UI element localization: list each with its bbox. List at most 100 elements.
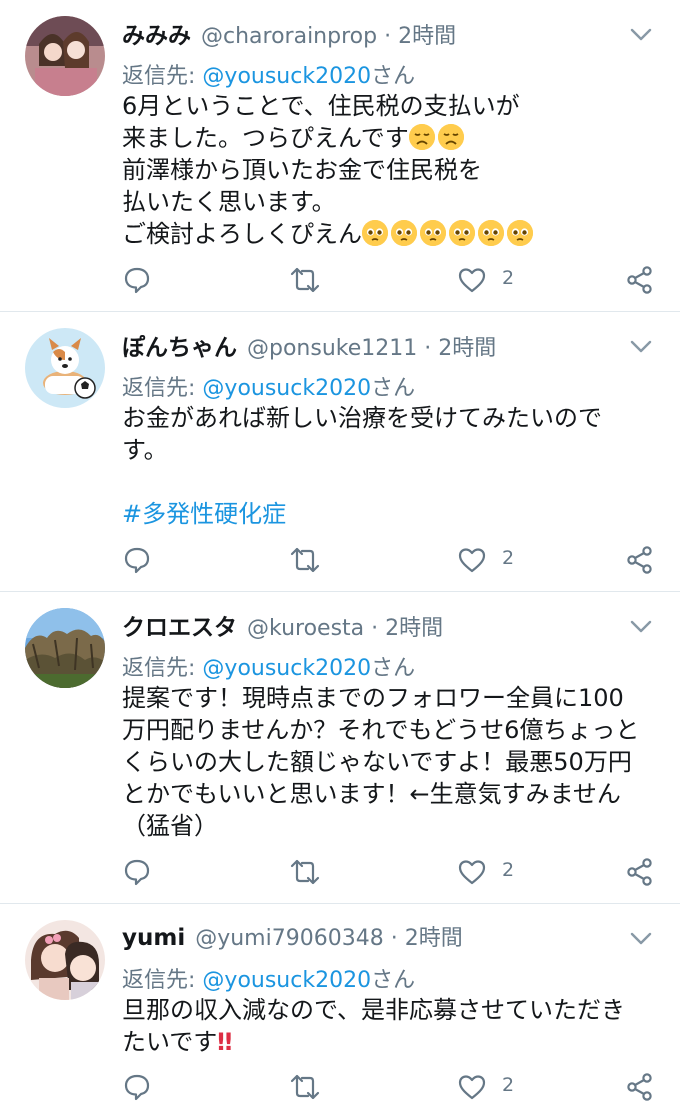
honorific: さん <box>371 376 416 401</box>
text-line-with-emoji: たいです‼ <box>122 1026 650 1058</box>
reply-icon[interactable] <box>122 1072 152 1102</box>
disappointed-face-emoji <box>437 124 464 150</box>
pleading-face-emoji <box>391 220 417 246</box>
mention-link[interactable]: @yousuck2020 <box>202 64 371 89</box>
text-line-with-emoji: 来ました。つらぴえんです <box>122 122 650 154</box>
tweet-header: yumi @yumi79060348 · 2時間 <box>122 920 620 954</box>
chevron-down-icon[interactable] <box>630 932 652 946</box>
like-icon[interactable] <box>457 545 487 575</box>
tweet-header: みみみ @charorainprop · 2時間 <box>122 16 620 50</box>
text-line: 万円配りませんか？それでもどうせ6億ちょっと <box>122 716 640 744</box>
avatar[interactable] <box>25 920 105 1000</box>
reply-icon[interactable] <box>122 857 152 887</box>
text-line: ご検討よろしくぴえん <box>122 220 362 248</box>
text-line: 6月ということで、住民税の支払いが <box>122 92 520 120</box>
separator-dot: · <box>371 616 379 641</box>
text-line: 来ました。つらぴえんです <box>122 124 409 152</box>
text-line: 提案です！現時点までのフォロワー全員に100 <box>122 684 624 712</box>
share-icon[interactable] <box>625 1072 655 1102</box>
display-name[interactable]: ぽんちゃん <box>122 328 237 362</box>
tweet-reply[interactable]: みみみ @charorainprop · 2時間 返信先: @yousuck20… <box>0 0 680 312</box>
text-line: とかでもいいと思います！←生意気すみません <box>122 780 621 808</box>
double-exclamation-emoji: ‼ <box>217 1028 233 1056</box>
pleading-face-emoji <box>449 220 475 246</box>
tweet-reply[interactable]: ぽんちゃん @ponsuke1211 · 2時間 返信先: @yousuck20… <box>0 312 680 592</box>
text-line-with-emoji: ご検討よろしくぴえん <box>122 218 650 250</box>
honorific: さん <box>371 64 416 89</box>
separator-dot: · <box>384 24 392 49</box>
retweet-icon[interactable] <box>288 1072 322 1102</box>
timestamp[interactable]: 2時間 <box>405 920 463 952</box>
text-line: 前澤様から頂いたお金で住民税を <box>122 156 482 184</box>
tweet-header: ぽんちゃん @ponsuke1211 · 2時間 <box>122 328 620 362</box>
timestamp[interactable]: 2時間 <box>438 330 496 362</box>
share-icon[interactable] <box>625 857 655 887</box>
reply-icon[interactable] <box>122 265 152 295</box>
text-line: （猛省） <box>122 812 218 840</box>
pleading-face-emoji <box>420 220 446 246</box>
like-count: 2 <box>502 859 515 881</box>
like-count: 2 <box>502 547 515 569</box>
avatar[interactable] <box>25 16 105 96</box>
reply-to-label: 返信先: <box>122 376 196 401</box>
tweet-text: お金があれば新しい治療を受けてみたいので す。 #多発性硬化症 <box>122 402 650 530</box>
user-handle[interactable]: @ponsuke1211 <box>247 336 417 361</box>
separator-dot: · <box>424 336 432 361</box>
like-icon[interactable] <box>457 265 487 295</box>
reply-to-line: 返信先: @yousuck2020さん <box>122 58 415 90</box>
reply-icon[interactable] <box>122 545 152 575</box>
share-icon[interactable] <box>625 265 655 295</box>
mention-link[interactable]: @yousuck2020 <box>202 376 371 401</box>
text-line: お金があれば新しい治療を受けてみたいので <box>122 404 602 432</box>
reply-to-line: 返信先: @yousuck2020さん <box>122 650 415 682</box>
retweet-icon[interactable] <box>288 857 322 887</box>
display-name[interactable]: クロエスタ <box>122 608 237 642</box>
tweet-actions: 2 <box>122 265 658 295</box>
retweet-icon[interactable] <box>288 265 322 295</box>
share-icon[interactable] <box>625 545 655 575</box>
tweet-text: 提案です！現時点までのフォロワー全員に100 万円配りませんか？それでもどうせ6… <box>122 682 650 842</box>
retweet-icon[interactable] <box>288 545 322 575</box>
like-icon[interactable] <box>457 1072 487 1102</box>
chevron-down-icon[interactable] <box>630 340 652 354</box>
tweet-text: 6月ということで、住民税の支払いが 来ました。つらぴえんです 前澤様から頂いたお… <box>122 90 650 250</box>
reply-to-label: 返信先: <box>122 656 196 681</box>
avatar[interactable] <box>25 328 105 408</box>
user-handle[interactable]: @kuroesta <box>247 616 364 641</box>
pleading-face-emoji <box>478 220 504 246</box>
display-name[interactable]: yumi <box>122 925 185 951</box>
mention-link[interactable]: @yousuck2020 <box>202 968 371 993</box>
tweet-actions: 2 <box>122 545 658 575</box>
avatar[interactable] <box>25 608 105 688</box>
display-name[interactable]: みみみ <box>122 16 191 50</box>
text-line: たいです <box>122 1028 218 1056</box>
reply-to-line: 返信先: @yousuck2020さん <box>122 370 415 402</box>
pleading-face-emoji <box>362 220 388 246</box>
separator-dot: · <box>390 926 398 951</box>
timestamp[interactable]: 2時間 <box>385 610 443 642</box>
tweet-reply[interactable]: クロエスタ @kuroesta · 2時間 返信先: @yousuck2020さ… <box>0 592 680 904</box>
like-count: 2 <box>502 267 515 289</box>
text-line: 払いたく思います。 <box>122 188 336 216</box>
chevron-down-icon[interactable] <box>630 28 652 42</box>
chevron-down-icon[interactable] <box>630 620 652 634</box>
like-count: 2 <box>502 1074 515 1096</box>
user-handle[interactable]: @yumi79060348 <box>195 926 383 951</box>
user-handle[interactable]: @charorainprop <box>201 24 377 49</box>
tweet-actions: 2 <box>122 857 658 887</box>
hashtag-link[interactable]: #多発性硬化症 <box>122 498 650 530</box>
tweet-actions: 2 <box>122 1072 658 1102</box>
tweet-header: クロエスタ @kuroesta · 2時間 <box>122 608 620 642</box>
text-line: くらいの大した額じゃないですよ！最悪50万円 <box>122 748 632 776</box>
timestamp[interactable]: 2時間 <box>398 18 456 50</box>
reply-to-label: 返信先: <box>122 64 196 89</box>
text-line: 旦那の収入減なので、是非応募させていただき <box>122 996 626 1024</box>
mention-link[interactable]: @yousuck2020 <box>202 656 371 681</box>
honorific: さん <box>371 968 416 993</box>
tweet-reply[interactable]: yumi @yumi79060348 · 2時間 返信先: @yousuck20… <box>0 904 680 1119</box>
text-line: す。 <box>122 436 168 464</box>
reply-to-line: 返信先: @yousuck2020さん <box>122 962 415 994</box>
like-icon[interactable] <box>457 857 487 887</box>
disappointed-face-emoji <box>408 124 435 150</box>
